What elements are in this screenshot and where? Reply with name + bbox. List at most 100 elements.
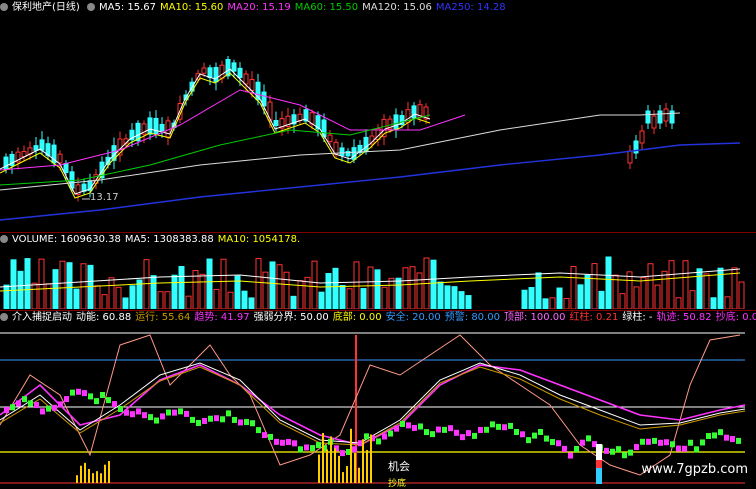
indicator-label-8: 顶部: 100.00: [503, 312, 566, 323]
trend-block: [88, 393, 93, 400]
volume-bar: [164, 291, 171, 309]
volume-bar: [276, 264, 283, 309]
trend-block: [532, 432, 537, 439]
trend-block: [292, 440, 297, 447]
trend-block: [352, 446, 357, 453]
volume-bar: [52, 269, 59, 309]
bottom-signal-bar: [104, 464, 106, 483]
trend-block: [208, 415, 213, 422]
trend-block: [652, 437, 657, 444]
volume-chart[interactable]: [0, 247, 756, 309]
ma20-line: [0, 89, 466, 171]
bottom-signal-bar: [318, 454, 320, 483]
volume-bar: [66, 262, 73, 309]
trend-block: [148, 414, 153, 421]
indicator-legend-list: 介入捕捉启动 动能: 60.88 运行: 55.64 趋势: 41.97 强弱分界: 5…: [12, 312, 756, 323]
candle-body: [669, 110, 675, 124]
candle-body: [663, 108, 669, 122]
volume-bar: [528, 287, 535, 309]
bottom-signal-bar: [342, 472, 344, 483]
trend-block: [238, 419, 243, 426]
trend-block: [484, 426, 489, 433]
ma-label-4: MA120: 15.06: [362, 2, 432, 13]
volume-label-0: VOLUME: 1609630.38: [12, 234, 121, 245]
trend-block: [520, 431, 525, 438]
trend-block: [394, 425, 399, 432]
trend-block: [634, 444, 639, 451]
volume-bar: [227, 291, 234, 309]
volume-bar: [367, 266, 374, 309]
trend-block: [538, 428, 543, 435]
trend-block: [610, 448, 615, 455]
volume-bar: [157, 291, 164, 309]
volume-bar: [199, 273, 206, 309]
candle-body: [297, 113, 303, 121]
settings-dot-icon[interactable]: [0, 235, 8, 243]
trend-block: [100, 391, 105, 398]
trend-block: [70, 389, 75, 396]
signal-bar: [596, 444, 602, 484]
ma-label-2: MA20: 15.19: [227, 2, 291, 13]
volume-bar: [738, 281, 745, 309]
bottom-signal-bar: [84, 462, 86, 483]
run-line-2: [0, 366, 746, 446]
volume-bar: [150, 275, 157, 309]
settings-dot-icon[interactable]: [0, 313, 8, 321]
volume-bar: [213, 288, 220, 309]
volume-bar: [668, 260, 675, 309]
trend-block: [508, 422, 513, 429]
low-price-label: 13.17: [90, 192, 119, 203]
trend-block: [268, 433, 273, 440]
volume-bar: [325, 272, 332, 309]
volume-bar: [563, 298, 570, 309]
settings-dot-icon[interactable]: [87, 3, 95, 11]
trend-block: [580, 439, 585, 446]
trend-block: [472, 432, 477, 439]
bottom-signal-bar: [96, 471, 98, 483]
volume-bar: [388, 277, 395, 309]
trend-block: [280, 439, 285, 446]
volume-bar: [661, 270, 668, 309]
trend-block: [256, 427, 261, 434]
volume-bar: [318, 291, 325, 309]
volume-bar: [675, 297, 682, 309]
bottom-signal-bar: [100, 473, 102, 483]
candle-body: [213, 66, 219, 83]
volume-bar: [185, 295, 192, 309]
volume-bar: [416, 272, 423, 309]
trend-block: [22, 396, 27, 403]
trend-block: [682, 445, 687, 452]
trend-block: [298, 446, 303, 453]
volume-bar: [24, 258, 31, 309]
candle-body: [639, 130, 645, 144]
trend-block: [388, 430, 393, 437]
trend-block: [376, 438, 381, 445]
bottom-signal-bar: [334, 448, 336, 483]
trend-block: [706, 433, 711, 440]
volume-bar: [248, 297, 255, 309]
trend-block: [526, 437, 531, 444]
trend-block: [4, 407, 9, 414]
volume-legend-list: VOLUME: 1609630.38 MA5: 1308383.88 MA10: 1…: [12, 234, 304, 245]
trend-block: [658, 439, 663, 446]
volume-bar: [143, 259, 150, 309]
volume-bar: [171, 274, 178, 309]
volume-bar: [353, 261, 360, 309]
settings-dot-icon[interactable]: [0, 3, 8, 11]
bottom-signal-bar: [322, 432, 324, 483]
volume-bar: [626, 271, 633, 309]
volume-bar: [3, 284, 10, 309]
candle-body: [147, 117, 153, 135]
trend-block: [556, 440, 561, 447]
trend-block: [514, 428, 519, 435]
volume-bar: [269, 261, 276, 309]
volume-bar: [31, 282, 38, 309]
trend-block: [736, 437, 741, 444]
trend-block: [604, 447, 609, 454]
trend-block: [490, 421, 495, 428]
volume-bar: [122, 297, 129, 309]
trend-block: [16, 400, 21, 407]
volume-bar: [703, 273, 710, 309]
bottom-signal-bar: [366, 450, 368, 483]
trend-block: [400, 420, 405, 427]
